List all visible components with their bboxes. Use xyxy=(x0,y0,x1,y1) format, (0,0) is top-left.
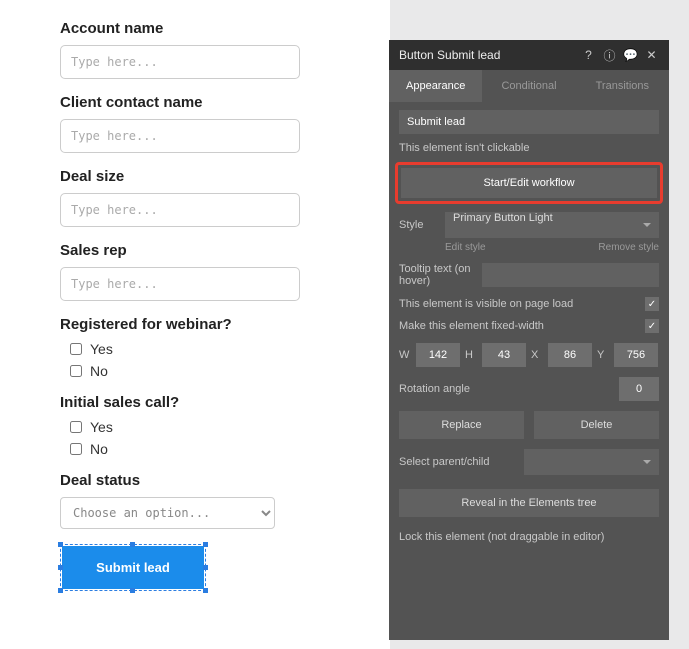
initial-call-no-row[interactable]: No xyxy=(60,441,360,457)
style-label: Style xyxy=(399,219,439,231)
dim-y-input[interactable] xyxy=(614,343,658,367)
tab-appearance[interactable]: Appearance xyxy=(389,70,482,102)
comment-icon[interactable]: 💬 xyxy=(623,48,638,62)
select-parent-dropdown[interactable] xyxy=(524,449,659,475)
dim-h-label: H xyxy=(465,349,477,361)
visible-row: This element is visible on page load ✓ xyxy=(399,297,659,311)
registered-yes-checkbox[interactable] xyxy=(70,343,82,355)
field-deal-size: Deal size xyxy=(60,168,360,227)
info-icon[interactable]: ⓘ xyxy=(602,47,617,64)
reveal-button[interactable]: Reveal in the Elements tree xyxy=(399,489,659,517)
visible-checkbox[interactable]: ✓ xyxy=(645,297,659,311)
not-clickable-row: This element isn't clickable xyxy=(399,142,659,154)
select-parent-row: Select parent/child xyxy=(399,449,659,475)
field-initial-call: Initial sales call? Yes No xyxy=(60,394,360,457)
dim-y-label: Y xyxy=(597,349,609,361)
registered-no-row[interactable]: No xyxy=(60,363,360,379)
visible-label: This element is visible on page load xyxy=(399,298,573,310)
style-sublinks: Edit style Remove style xyxy=(399,242,659,253)
style-select[interactable]: Primary Button Light xyxy=(445,212,659,238)
tooltip-input[interactable] xyxy=(482,263,659,287)
label-sales-rep: Sales rep xyxy=(60,242,360,259)
inspector-panel[interactable]: Button Submit lead ? ⓘ 💬 ✕ Appearance Co… xyxy=(389,40,669,640)
dim-w-input[interactable] xyxy=(416,343,460,367)
lock-row: Lock this element (not draggable in edit… xyxy=(399,531,659,543)
style-row: Style Primary Button Light xyxy=(399,212,659,238)
initial-call-yes-checkbox[interactable] xyxy=(70,421,82,433)
label-account-name: Account name xyxy=(60,20,360,37)
field-deal-status: Deal status Choose an option... xyxy=(60,472,360,529)
tab-transitions[interactable]: Transitions xyxy=(576,70,669,102)
label-deal-status: Deal status xyxy=(60,472,360,489)
not-clickable-label: This element isn't clickable xyxy=(399,142,530,154)
inspector-tabs: Appearance Conditional Transitions xyxy=(389,70,669,102)
fixed-width-label: Make this element fixed-width xyxy=(399,320,544,332)
close-icon[interactable]: ✕ xyxy=(644,48,659,62)
fixed-width-checkbox[interactable]: ✓ xyxy=(645,319,659,333)
remove-style-link[interactable]: Remove style xyxy=(598,242,659,253)
initial-call-no-label: No xyxy=(90,441,108,457)
lock-label: Lock this element (not draggable in edit… xyxy=(399,531,604,543)
element-text-input[interactable] xyxy=(399,110,659,134)
submit-button-selection[interactable]: Submit lead xyxy=(60,544,206,591)
registered-no-checkbox[interactable] xyxy=(70,365,82,377)
dim-h-input[interactable] xyxy=(482,343,526,367)
delete-button[interactable]: Delete xyxy=(534,411,659,439)
input-deal-size[interactable] xyxy=(60,193,300,227)
tooltip-row: Tooltip text (on hover) xyxy=(399,263,659,287)
label-deal-size: Deal size xyxy=(60,168,360,185)
field-client-contact: Client contact name xyxy=(60,94,360,153)
help-icon[interactable]: ? xyxy=(581,48,596,62)
select-deal-status[interactable]: Choose an option... xyxy=(60,497,275,529)
submit-lead-button[interactable]: Submit lead xyxy=(62,546,204,589)
input-account-name[interactable] xyxy=(60,45,300,79)
edit-style-link[interactable]: Edit style xyxy=(445,242,486,253)
initial-call-yes-row[interactable]: Yes xyxy=(60,419,360,435)
registered-yes-label: Yes xyxy=(90,341,113,357)
label-client-contact: Client contact name xyxy=(60,94,360,111)
dim-x-label: X xyxy=(531,349,543,361)
tab-conditional[interactable]: Conditional xyxy=(482,70,575,102)
fixed-width-row: Make this element fixed-width ✓ xyxy=(399,319,659,333)
select-parent-label: Select parent/child xyxy=(399,456,518,468)
dim-x-input[interactable] xyxy=(548,343,592,367)
registered-no-label: No xyxy=(90,363,108,379)
input-sales-rep[interactable] xyxy=(60,267,300,301)
workflow-highlight: Start/Edit workflow xyxy=(395,162,663,204)
label-registered: Registered for webinar? xyxy=(60,316,360,333)
style-value: Primary Button Light xyxy=(453,212,553,224)
replace-delete-row: Replace Delete xyxy=(399,411,659,439)
dim-w-label: W xyxy=(399,349,411,361)
field-sales-rep: Sales rep xyxy=(60,242,360,301)
rotation-row: Rotation angle xyxy=(399,377,659,401)
registered-yes-row[interactable]: Yes xyxy=(60,341,360,357)
inspector-header[interactable]: Button Submit lead ? ⓘ 💬 ✕ xyxy=(389,40,669,70)
field-account-name: Account name xyxy=(60,20,360,79)
initial-call-yes-label: Yes xyxy=(90,419,113,435)
initial-call-no-checkbox[interactable] xyxy=(70,443,82,455)
tooltip-label: Tooltip text (on hover) xyxy=(399,263,476,287)
label-initial-call: Initial sales call? xyxy=(60,394,360,411)
input-client-contact[interactable] xyxy=(60,119,300,153)
dimensions-row: W H X Y xyxy=(399,343,659,367)
rotation-label: Rotation angle xyxy=(399,383,470,395)
start-edit-workflow-button[interactable]: Start/Edit workflow xyxy=(401,168,657,198)
inspector-body: This element isn't clickable Start/Edit … xyxy=(389,102,669,559)
inspector-title: Button Submit lead xyxy=(399,48,575,62)
replace-button[interactable]: Replace xyxy=(399,411,524,439)
rotation-input[interactable] xyxy=(619,377,659,401)
form-canvas: Account name Client contact name Deal si… xyxy=(0,0,390,649)
field-registered: Registered for webinar? Yes No xyxy=(60,316,360,379)
